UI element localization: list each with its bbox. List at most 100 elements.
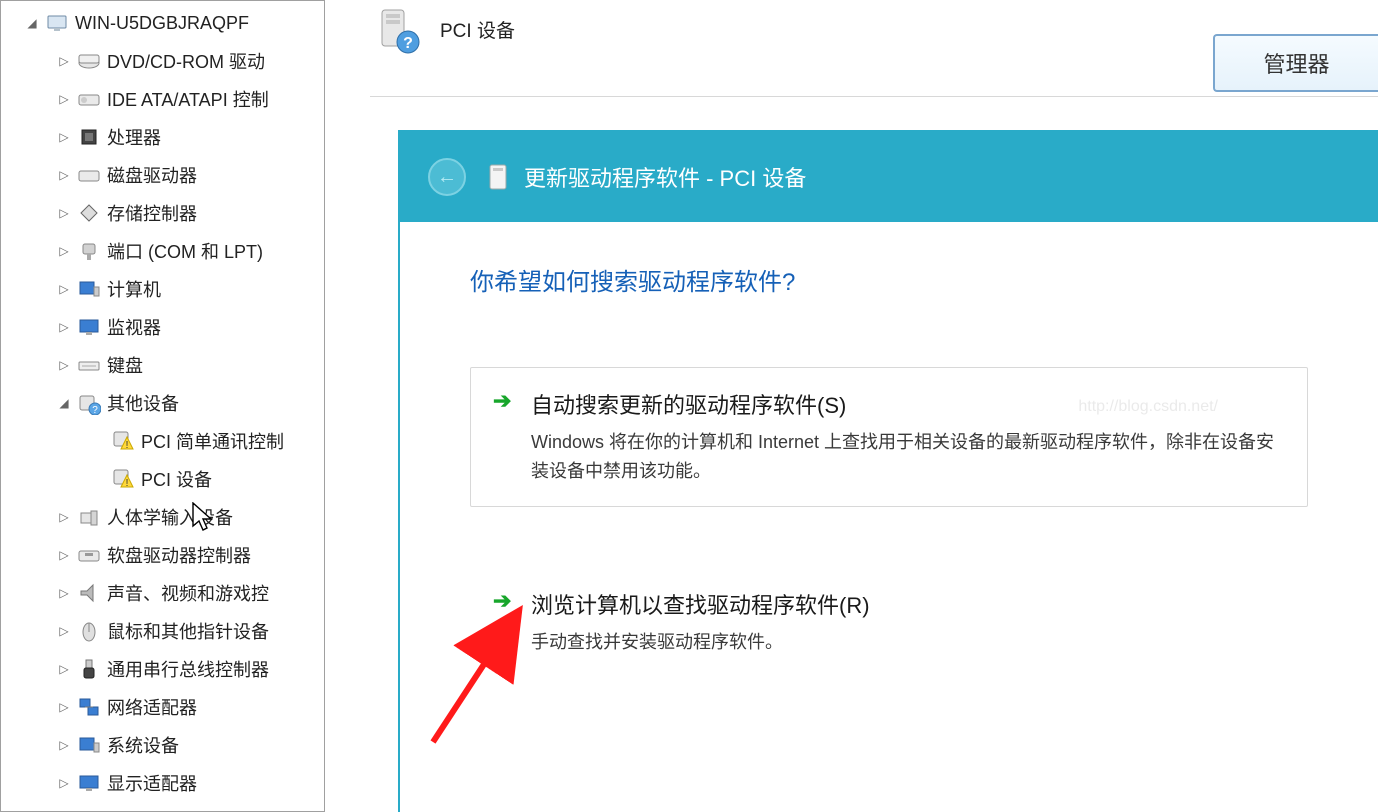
tree-item-hid[interactable]: ▷ 人体学输入设备 bbox=[1, 498, 324, 536]
storage-icon bbox=[77, 201, 101, 225]
tree-item-label: DVD/CD-ROM 驱动 bbox=[107, 48, 265, 74]
tree-item-label: 键盘 bbox=[107, 352, 143, 378]
back-arrow-icon: ← bbox=[437, 166, 457, 189]
expand-icon[interactable]: ▷ bbox=[57, 358, 71, 372]
arrow-right-icon: ➔ bbox=[493, 588, 511, 614]
display-icon bbox=[77, 771, 101, 795]
manager-tab-label: 管理器 bbox=[1263, 47, 1329, 79]
expand-icon[interactable]: ▷ bbox=[57, 54, 71, 68]
tree-item-label: 系统设备 bbox=[107, 732, 179, 758]
disc-icon bbox=[77, 49, 101, 73]
warning-device-icon: ! bbox=[111, 467, 135, 491]
tree-item-label: 网络适配器 bbox=[107, 694, 197, 720]
expand-icon[interactable]: ▷ bbox=[57, 510, 71, 524]
collapse-icon[interactable]: ◢ bbox=[57, 396, 71, 410]
expand-icon[interactable]: ▷ bbox=[57, 662, 71, 676]
mouse-icon bbox=[77, 619, 101, 643]
expand-icon[interactable]: ▷ bbox=[57, 776, 71, 790]
dialog-body: 你希望如何搜索驱动程序软件? ➔ 自动搜索更新的驱动程序软件(S) Window… bbox=[400, 222, 1378, 677]
computer-icon bbox=[77, 277, 101, 301]
device-large-icon: ? bbox=[376, 8, 422, 54]
expand-icon[interactable]: ▷ bbox=[57, 738, 71, 752]
dialog-title: 更新驱动程序软件 - PCI 设备 bbox=[524, 161, 806, 193]
tree-item-label: IDE ATA/ATAPI 控制 bbox=[107, 86, 269, 112]
expand-icon[interactable]: ▷ bbox=[57, 282, 71, 296]
tree-item-disk[interactable]: ▷ 磁盘驱动器 bbox=[1, 156, 324, 194]
back-button[interactable]: ← bbox=[428, 158, 466, 196]
keyboard-icon bbox=[77, 353, 101, 377]
arrow-right-icon: ➔ bbox=[493, 388, 511, 414]
option-auto-search[interactable]: ➔ 自动搜索更新的驱动程序软件(S) Windows 将在你的计算机和 Inte… bbox=[470, 367, 1308, 507]
tree-item-label: 存储控制器 bbox=[107, 200, 197, 226]
content-header-title: PCI 设备 bbox=[440, 16, 515, 43]
dialog-device-icon bbox=[488, 163, 510, 191]
expand-icon[interactable]: ▷ bbox=[57, 700, 71, 714]
cpu-icon bbox=[77, 125, 101, 149]
tree-item-label: 其他设备 bbox=[107, 390, 179, 416]
expand-icon[interactable]: ▷ bbox=[57, 206, 71, 220]
svg-text:!: ! bbox=[126, 478, 129, 489]
expand-icon[interactable]: ▷ bbox=[57, 586, 71, 600]
tree-item-network[interactable]: ▷ 网络适配器 bbox=[1, 688, 324, 726]
option-desc: Windows 将在你的计算机和 Internet 上查找用于相关设备的最新驱动… bbox=[531, 428, 1281, 486]
dialog-question: 你希望如何搜索驱动程序软件? bbox=[470, 262, 1308, 297]
port-icon bbox=[77, 239, 101, 263]
expand-icon[interactable]: ▷ bbox=[57, 92, 71, 106]
tree-item-label: 计算机 bbox=[107, 276, 161, 302]
warning-device-icon: ! bbox=[111, 429, 135, 453]
expand-icon[interactable]: ▷ bbox=[57, 624, 71, 638]
tree-item-display[interactable]: ▷ 显示适配器 bbox=[1, 764, 324, 802]
tree-item-label: 显示适配器 bbox=[107, 770, 197, 796]
sound-icon bbox=[77, 581, 101, 605]
tree-item-label: 监视器 bbox=[107, 314, 161, 340]
tree-item-computer[interactable]: ▷ 计算机 bbox=[1, 270, 324, 308]
ide-icon bbox=[77, 87, 101, 111]
option-browse-computer[interactable]: ➔ 浏览计算机以查找驱动程序软件(R) 手动查找并安装驱动程序软件。 bbox=[470, 567, 1308, 678]
expand-icon[interactable]: ▷ bbox=[57, 548, 71, 562]
svg-text:!: ! bbox=[126, 440, 129, 451]
tree-item-label: 鼠标和其他指针设备 bbox=[107, 618, 269, 644]
tree-item-sound[interactable]: ▷ 声音、视频和游戏控 bbox=[1, 574, 324, 612]
dialog-titlebar: ← 更新驱动程序软件 - PCI 设备 bbox=[400, 132, 1378, 222]
expand-icon[interactable]: ▷ bbox=[57, 244, 71, 258]
computer-root-icon bbox=[45, 11, 69, 35]
monitor-icon bbox=[77, 315, 101, 339]
tree-item-floppy[interactable]: ▷ 软盘驱动器控制器 bbox=[1, 536, 324, 574]
system-icon bbox=[77, 733, 101, 757]
tree-item-label: PCI 设备 bbox=[141, 466, 212, 492]
tree-item-storage[interactable]: ▷ 存储控制器 bbox=[1, 194, 324, 232]
tree-item-other-devices[interactable]: ◢ ? 其他设备 bbox=[1, 384, 324, 422]
tree-item-usb[interactable]: ▷ 通用串行总线控制器 bbox=[1, 650, 324, 688]
tree-item-pci-device[interactable]: ! PCI 设备 bbox=[1, 460, 324, 498]
svg-text:?: ? bbox=[403, 35, 413, 52]
tree-item-label: PCI 简单通讯控制 bbox=[141, 428, 284, 454]
tree-item-label: 软盘驱动器控制器 bbox=[107, 542, 251, 568]
tree-item-monitor[interactable]: ▷ 监视器 bbox=[1, 308, 324, 346]
tree-item-ide[interactable]: ▷ IDE ATA/ATAPI 控制 bbox=[1, 80, 324, 118]
expand-icon[interactable]: ▷ bbox=[57, 130, 71, 144]
expand-icon[interactable]: ▷ bbox=[57, 168, 71, 182]
manager-tab[interactable]: 管理器 bbox=[1213, 34, 1378, 92]
expand-icon[interactable]: ▷ bbox=[57, 320, 71, 334]
option-title: 浏览计算机以查找驱动程序软件(R) bbox=[531, 588, 1281, 620]
usb-icon bbox=[77, 657, 101, 681]
floppy-icon bbox=[77, 543, 101, 567]
tree-item-pci-comm[interactable]: ! PCI 简单通讯控制 bbox=[1, 422, 324, 460]
tree-item-mouse[interactable]: ▷ 鼠标和其他指针设备 bbox=[1, 612, 324, 650]
tree-item-dvd[interactable]: ▷ DVD/CD-ROM 驱动 bbox=[1, 42, 324, 80]
tree-root[interactable]: ◢ WIN-U5DGBJRAQPF bbox=[1, 4, 324, 42]
collapse-icon[interactable]: ◢ bbox=[25, 16, 39, 30]
tree-item-label: 处理器 bbox=[107, 124, 161, 150]
option-desc: 手动查找并安装驱动程序软件。 bbox=[531, 628, 1281, 657]
tree-item-system[interactable]: ▷ 系统设备 bbox=[1, 726, 324, 764]
tree-root-label: WIN-U5DGBJRAQPF bbox=[75, 13, 249, 34]
network-icon bbox=[77, 695, 101, 719]
disk-icon bbox=[77, 163, 101, 187]
option-title: 自动搜索更新的驱动程序软件(S) bbox=[531, 388, 1281, 420]
tree-item-label: 端口 (COM 和 LPT) bbox=[107, 238, 263, 264]
tree-item-cpu[interactable]: ▷ 处理器 bbox=[1, 118, 324, 156]
tree-item-label: 磁盘驱动器 bbox=[107, 162, 197, 188]
other-devices-icon: ? bbox=[77, 391, 101, 415]
tree-item-keyboard[interactable]: ▷ 键盘 bbox=[1, 346, 324, 384]
tree-item-ports[interactable]: ▷ 端口 (COM 和 LPT) bbox=[1, 232, 324, 270]
